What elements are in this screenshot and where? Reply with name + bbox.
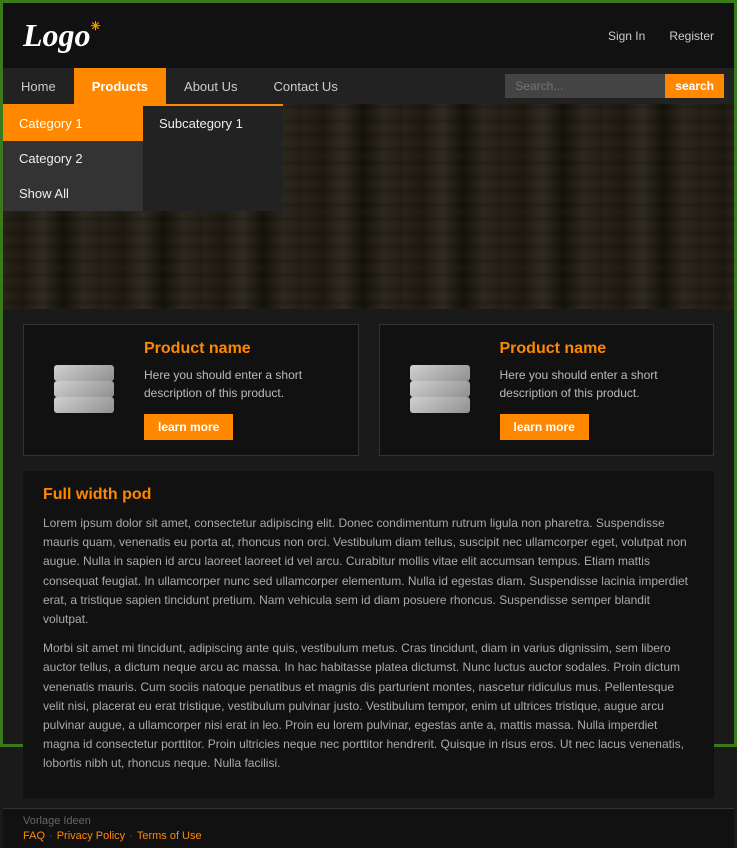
- footer-link-terms[interactable]: Terms of Use: [137, 830, 202, 842]
- nav-search: search: [505, 74, 734, 98]
- nav-item-about[interactable]: About Us: [166, 68, 255, 104]
- pod-title: Full width pod: [43, 486, 694, 504]
- stack-layer-5: [410, 381, 470, 397]
- dropdown-col2: Subcategory 1: [143, 104, 283, 211]
- nav-bar: Home Products About Us Contact Us search…: [3, 68, 734, 104]
- stack-layer-1: [54, 365, 114, 381]
- stack-icon-1: [49, 355, 119, 425]
- nav-item-products[interactable]: Products: [74, 68, 166, 104]
- footer-links: FAQ · Privacy Policy · Terms of Use: [23, 830, 714, 842]
- dropdown-show-all[interactable]: Show All: [3, 176, 143, 211]
- product-card-1: Product name Here you should enter a sho…: [23, 324, 359, 456]
- product-icon-2: [395, 345, 485, 435]
- signin-link[interactable]: Sign In: [608, 29, 645, 43]
- product-info-1: Product name Here you should enter a sho…: [144, 340, 343, 440]
- stack-icon-2: [405, 355, 475, 425]
- stack-layer-4: [410, 365, 470, 381]
- product-icon-1: [39, 345, 129, 435]
- nav-links: Home Products About Us Contact Us: [3, 68, 356, 104]
- footer-tagline: Vorlage Ideen: [23, 815, 714, 827]
- product-name-1: Product name: [144, 340, 343, 358]
- header-links: Sign In Register: [608, 29, 714, 43]
- product-desc-2: Here you should enter a short descriptio…: [500, 366, 699, 402]
- learn-more-button-1[interactable]: learn more: [144, 414, 233, 440]
- footer-link-privacy[interactable]: Privacy Policy: [57, 830, 125, 842]
- full-width-pod: Full width pod Lorem ipsum dolor sit ame…: [23, 471, 714, 798]
- learn-more-button-2[interactable]: learn more: [500, 414, 589, 440]
- logo: Logo: [23, 17, 91, 54]
- stack-layer-6: [410, 397, 470, 413]
- footer-link-faq[interactable]: FAQ: [23, 830, 45, 842]
- products-section: Product name Here you should enter a sho…: [3, 309, 734, 471]
- stack-layer-3: [54, 397, 114, 413]
- register-link[interactable]: Register: [669, 29, 714, 43]
- pod-paragraph-2: Morbi sit amet mi tincidunt, adipiscing …: [43, 639, 694, 773]
- pod-paragraph-1: Lorem ipsum dolor sit amet, consectetur …: [43, 514, 694, 629]
- dropdown-subcategory1[interactable]: Subcategory 1: [143, 106, 283, 141]
- product-info-2: Product name Here you should enter a sho…: [500, 340, 699, 440]
- dropdown-category2[interactable]: Category 2: [3, 141, 143, 176]
- search-button[interactable]: search: [665, 74, 724, 98]
- header: Logo Sign In Register: [3, 3, 734, 68]
- footer: Vorlage Ideen FAQ · Privacy Policy · Ter…: [3, 808, 734, 848]
- nav-item-home[interactable]: Home: [3, 68, 74, 104]
- dropdown-menu: Category 1 Category 2 Show All Subcatego…: [3, 104, 283, 211]
- dropdown-category1[interactable]: Category 1: [3, 106, 143, 141]
- search-input[interactable]: [505, 74, 665, 98]
- stack-layer-2: [54, 381, 114, 397]
- product-card-2: Product name Here you should enter a sho…: [379, 324, 715, 456]
- product-desc-1: Here you should enter a short descriptio…: [144, 366, 343, 402]
- dropdown-col1: Category 1 Category 2 Show All: [3, 104, 143, 211]
- product-name-2: Product name: [500, 340, 699, 358]
- nav-item-contact[interactable]: Contact Us: [256, 68, 356, 104]
